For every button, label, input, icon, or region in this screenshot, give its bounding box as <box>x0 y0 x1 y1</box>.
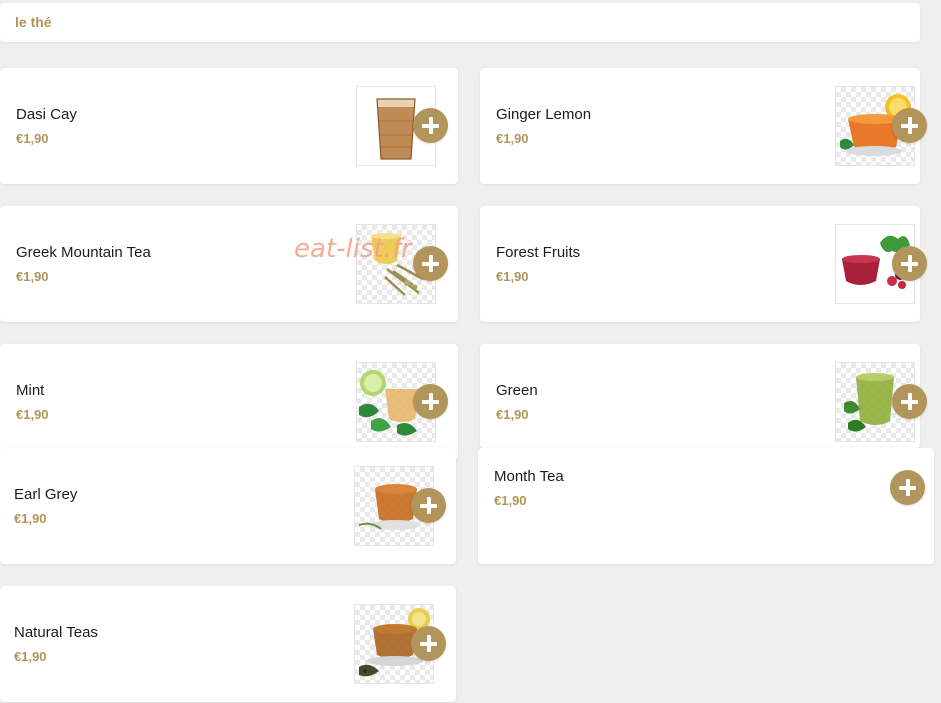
item-price: €1,90 <box>16 407 49 422</box>
item-name: Ginger Lemon <box>496 106 592 123</box>
add-to-cart-button[interactable] <box>890 470 925 505</box>
menu-item-card[interactable]: Green €1,90 <box>480 344 927 448</box>
item-price: €1,90 <box>496 131 529 146</box>
add-to-cart-button[interactable] <box>413 108 448 143</box>
item-price: €1,90 <box>496 407 529 422</box>
item-price: €1,90 <box>14 511 47 526</box>
menu-item-card[interactable]: Ginger Lemon €1,90 <box>480 68 927 184</box>
item-price: €1,90 <box>16 269 49 284</box>
item-name: Month Tea <box>494 468 564 485</box>
item-name: Mint <box>16 382 45 399</box>
add-to-cart-button[interactable] <box>892 246 927 281</box>
menu-item-card[interactable]: Forest Fruits €1,90 <box>480 206 927 322</box>
item-name: Earl Grey <box>14 486 78 503</box>
menu-item-card[interactable]: Month Tea €1,90 <box>478 448 934 564</box>
item-name: Greek Mountain Tea <box>16 244 151 261</box>
item-price: €1,90 <box>494 493 527 508</box>
item-name: Dasi Cay <box>16 106 77 123</box>
item-name: Natural Teas <box>14 624 98 641</box>
item-name: Forest Fruits <box>496 244 581 261</box>
menu-item-card[interactable]: Greek Mountain Tea €1,90 <box>0 206 458 322</box>
item-price: €1,90 <box>496 269 529 284</box>
item-name: Green <box>496 382 538 399</box>
add-to-cart-button[interactable] <box>413 246 448 281</box>
add-to-cart-button[interactable] <box>892 384 927 419</box>
add-to-cart-button[interactable] <box>892 108 927 143</box>
add-to-cart-button[interactable] <box>411 488 446 523</box>
item-price: €1,90 <box>14 649 47 664</box>
menu-item-card[interactable]: Earl Grey €1,90 <box>0 448 456 564</box>
add-to-cart-button[interactable] <box>413 384 448 419</box>
item-price: €1,90 <box>16 131 49 146</box>
menu-item-card[interactable]: Dasi Cay €1,90 <box>0 68 458 184</box>
menu-item-card[interactable]: Natural Teas €1,90 <box>0 586 456 702</box>
category-header: le thé <box>0 3 920 42</box>
category-title: le thé <box>15 14 52 30</box>
add-to-cart-button[interactable] <box>411 626 446 661</box>
menu-item-card[interactable]: Mint €1,90 <box>0 344 458 460</box>
